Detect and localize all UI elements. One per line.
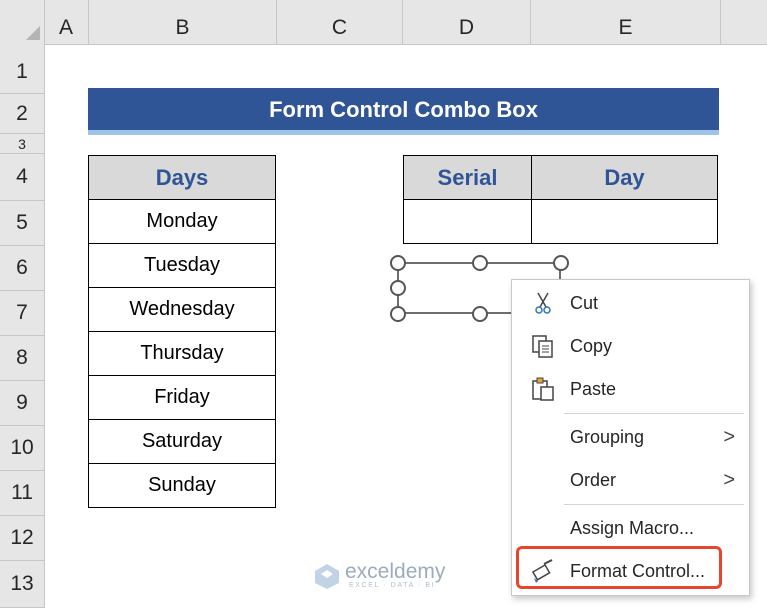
title-banner[interactable]: Form Control Combo Box bbox=[88, 88, 719, 130]
day-cell[interactable]: Tuesday bbox=[88, 243, 276, 288]
row-header-11[interactable]: 11 bbox=[0, 471, 44, 516]
copy-icon bbox=[532, 335, 553, 358]
menu-label-cut: Cut bbox=[570, 292, 599, 313]
column-header-e[interactable]: E bbox=[531, 0, 721, 44]
select-all-corner[interactable] bbox=[0, 0, 45, 44]
serial-value-cell[interactable] bbox=[403, 199, 532, 244]
row-header-10[interactable]: 10 bbox=[0, 426, 44, 471]
exceldemy-logo-icon bbox=[315, 564, 339, 589]
scissors-icon bbox=[535, 292, 551, 314]
menu-label-order: Order bbox=[570, 469, 617, 490]
menu-item-cut[interactable]: Cut bbox=[512, 285, 749, 321]
watermark-tagline: EXCEL · DATA · BI bbox=[349, 582, 436, 589]
format-control-highlight-box bbox=[516, 546, 722, 589]
resize-handle-top-right[interactable] bbox=[553, 255, 569, 271]
day-cell[interactable]: Friday bbox=[88, 375, 276, 420]
day-cell[interactable]: Wednesday bbox=[88, 287, 276, 332]
menu-item-grouping[interactable]: Grouping > bbox=[512, 419, 749, 455]
row-header-2[interactable]: 2 bbox=[0, 94, 44, 134]
days-table: Days Monday Tuesday Wednesday Thursday F… bbox=[88, 155, 276, 508]
resize-handle-top[interactable] bbox=[472, 255, 488, 271]
resize-handle-left[interactable] bbox=[390, 280, 406, 296]
resize-handle-bottom-left[interactable] bbox=[390, 306, 406, 322]
day-cell[interactable]: Monday bbox=[88, 199, 276, 244]
row-header-13[interactable]: 13 bbox=[0, 561, 44, 608]
title-underline bbox=[88, 130, 719, 135]
clipboard-icon bbox=[532, 377, 554, 401]
exceldemy-watermark: exceldemy EXCEL · DATA · BI bbox=[313, 560, 473, 594]
menu-separator bbox=[564, 504, 744, 505]
row-header-8[interactable]: 8 bbox=[0, 336, 44, 381]
serial-day-table: Serial Day bbox=[403, 155, 718, 244]
resize-handle-bottom[interactable] bbox=[472, 306, 488, 322]
column-header-a[interactable]: A bbox=[44, 0, 89, 44]
menu-label-paste: Paste bbox=[570, 378, 617, 399]
day-cell[interactable]: Saturday bbox=[88, 419, 276, 464]
menu-label-grouping: Grouping bbox=[570, 426, 645, 447]
day-cell[interactable]: Thursday bbox=[88, 331, 276, 376]
submenu-chevron-right-icon: > bbox=[723, 425, 735, 448]
row-header-4[interactable]: 4 bbox=[0, 154, 44, 201]
column-header-b[interactable]: B bbox=[89, 0, 277, 44]
row-header-6[interactable]: 6 bbox=[0, 246, 44, 291]
menu-item-assign-macro[interactable]: Assign Macro... bbox=[512, 510, 749, 546]
menu-separator bbox=[564, 413, 744, 414]
row-header-3[interactable]: 3 bbox=[0, 134, 44, 154]
serial-header-cell[interactable]: Serial bbox=[403, 155, 532, 200]
row-header-1[interactable]: 1 bbox=[0, 50, 44, 94]
column-header-d[interactable]: D bbox=[403, 0, 531, 44]
resize-handle-top-left[interactable] bbox=[390, 255, 406, 271]
submenu-chevron-right-icon: > bbox=[723, 468, 735, 491]
day-value-cell[interactable] bbox=[531, 199, 718, 244]
select-all-triangle-icon bbox=[26, 26, 40, 40]
menu-item-order[interactable]: Order > bbox=[512, 462, 749, 498]
day-header-cell[interactable]: Day bbox=[531, 155, 718, 200]
day-cell[interactable]: Sunday bbox=[88, 463, 276, 508]
row-header-12[interactable]: 12 bbox=[0, 516, 44, 561]
menu-label-copy: Copy bbox=[570, 335, 613, 356]
days-header-cell[interactable]: Days bbox=[88, 155, 276, 200]
menu-label-assign-macro: Assign Macro... bbox=[570, 517, 695, 538]
row-header-9[interactable]: 9 bbox=[0, 381, 44, 426]
row-header-5[interactable]: 5 bbox=[0, 201, 44, 246]
row-header-7[interactable]: 7 bbox=[0, 291, 44, 336]
menu-item-copy[interactable]: Copy bbox=[512, 328, 749, 364]
watermark-name: exceldemy bbox=[345, 560, 446, 583]
column-header-c[interactable]: C bbox=[277, 0, 403, 44]
menu-item-paste[interactable]: Paste bbox=[512, 371, 749, 407]
